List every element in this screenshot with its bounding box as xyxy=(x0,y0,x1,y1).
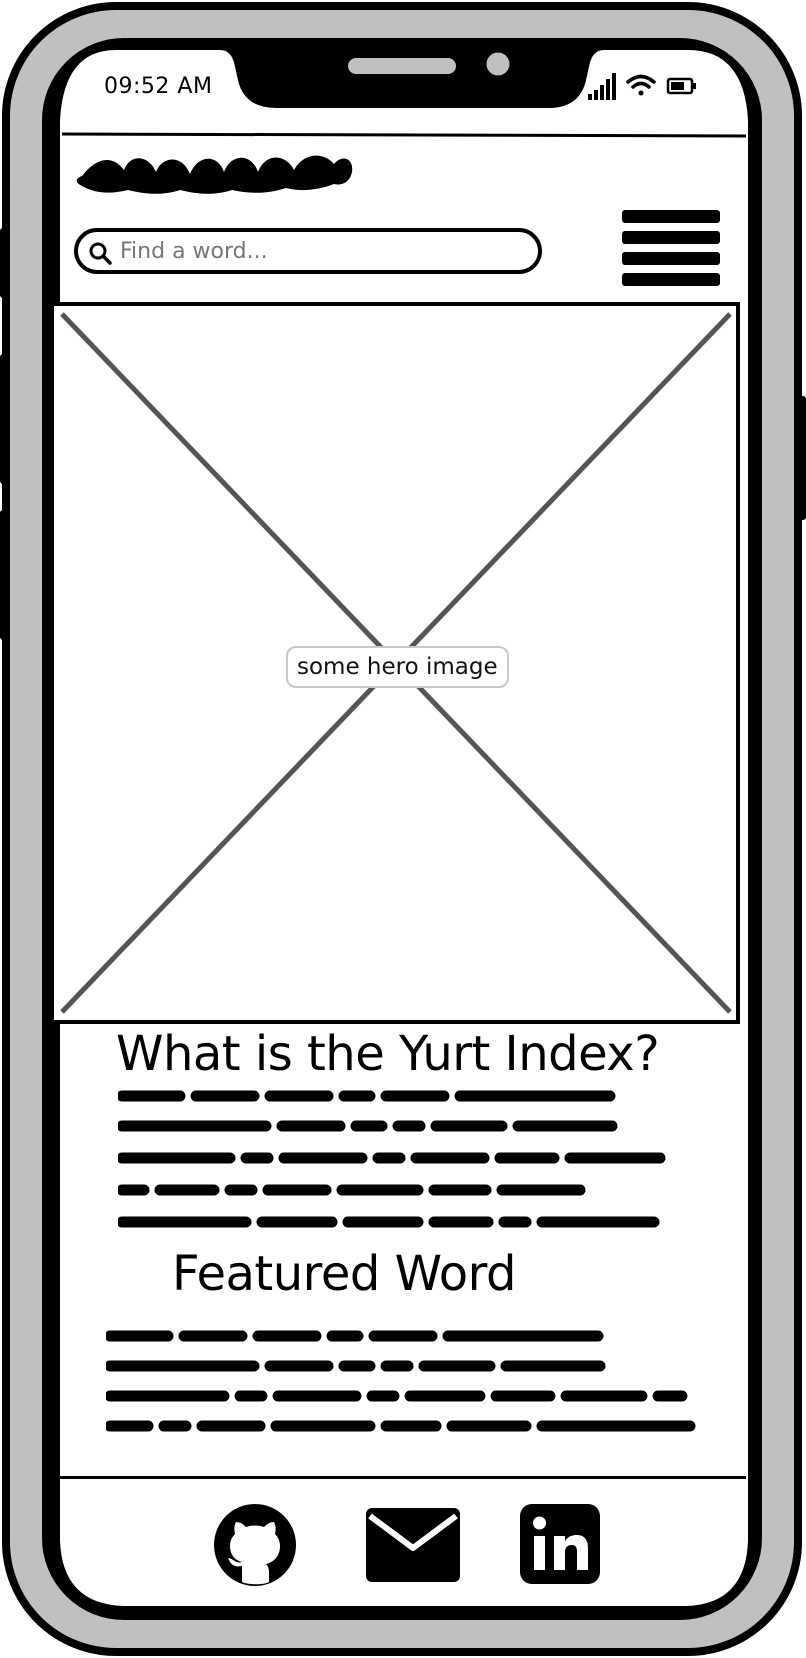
status-time: 09:52 AM xyxy=(104,74,213,99)
featured-word-heading: Featured Word xyxy=(172,1246,516,1302)
hamburger-menu-button[interactable] xyxy=(622,210,722,288)
status-icons xyxy=(588,73,696,100)
phone-frame: 09:52 AM Find a word... some hero image … xyxy=(0,0,806,1658)
search-box[interactable] xyxy=(74,228,542,274)
intro-heading: What is the Yurt Index? xyxy=(116,1026,660,1082)
featured-paragraph-scribble xyxy=(106,1330,696,1432)
wifi-icon xyxy=(626,74,656,96)
github-icon[interactable] xyxy=(212,1502,298,1588)
intro-paragraph-scribble xyxy=(118,1090,666,1228)
search-icon xyxy=(89,242,112,265)
hero-image-placeholder: some hero image xyxy=(50,302,740,1024)
hero-image-label: some hero image xyxy=(286,646,509,688)
battery-icon xyxy=(666,77,696,95)
search-input[interactable] xyxy=(120,234,520,268)
mail-icon[interactable] xyxy=(364,1506,462,1584)
menu-bar-icon xyxy=(622,231,720,244)
menu-bar-icon xyxy=(622,273,720,286)
menu-bar-icon xyxy=(622,252,720,265)
linkedin-icon[interactable] xyxy=(518,1502,602,1586)
menu-bar-icon xyxy=(622,210,720,223)
footer-divider xyxy=(56,1476,746,1479)
signal-icon xyxy=(588,73,616,100)
site-logo[interactable] xyxy=(72,140,362,202)
